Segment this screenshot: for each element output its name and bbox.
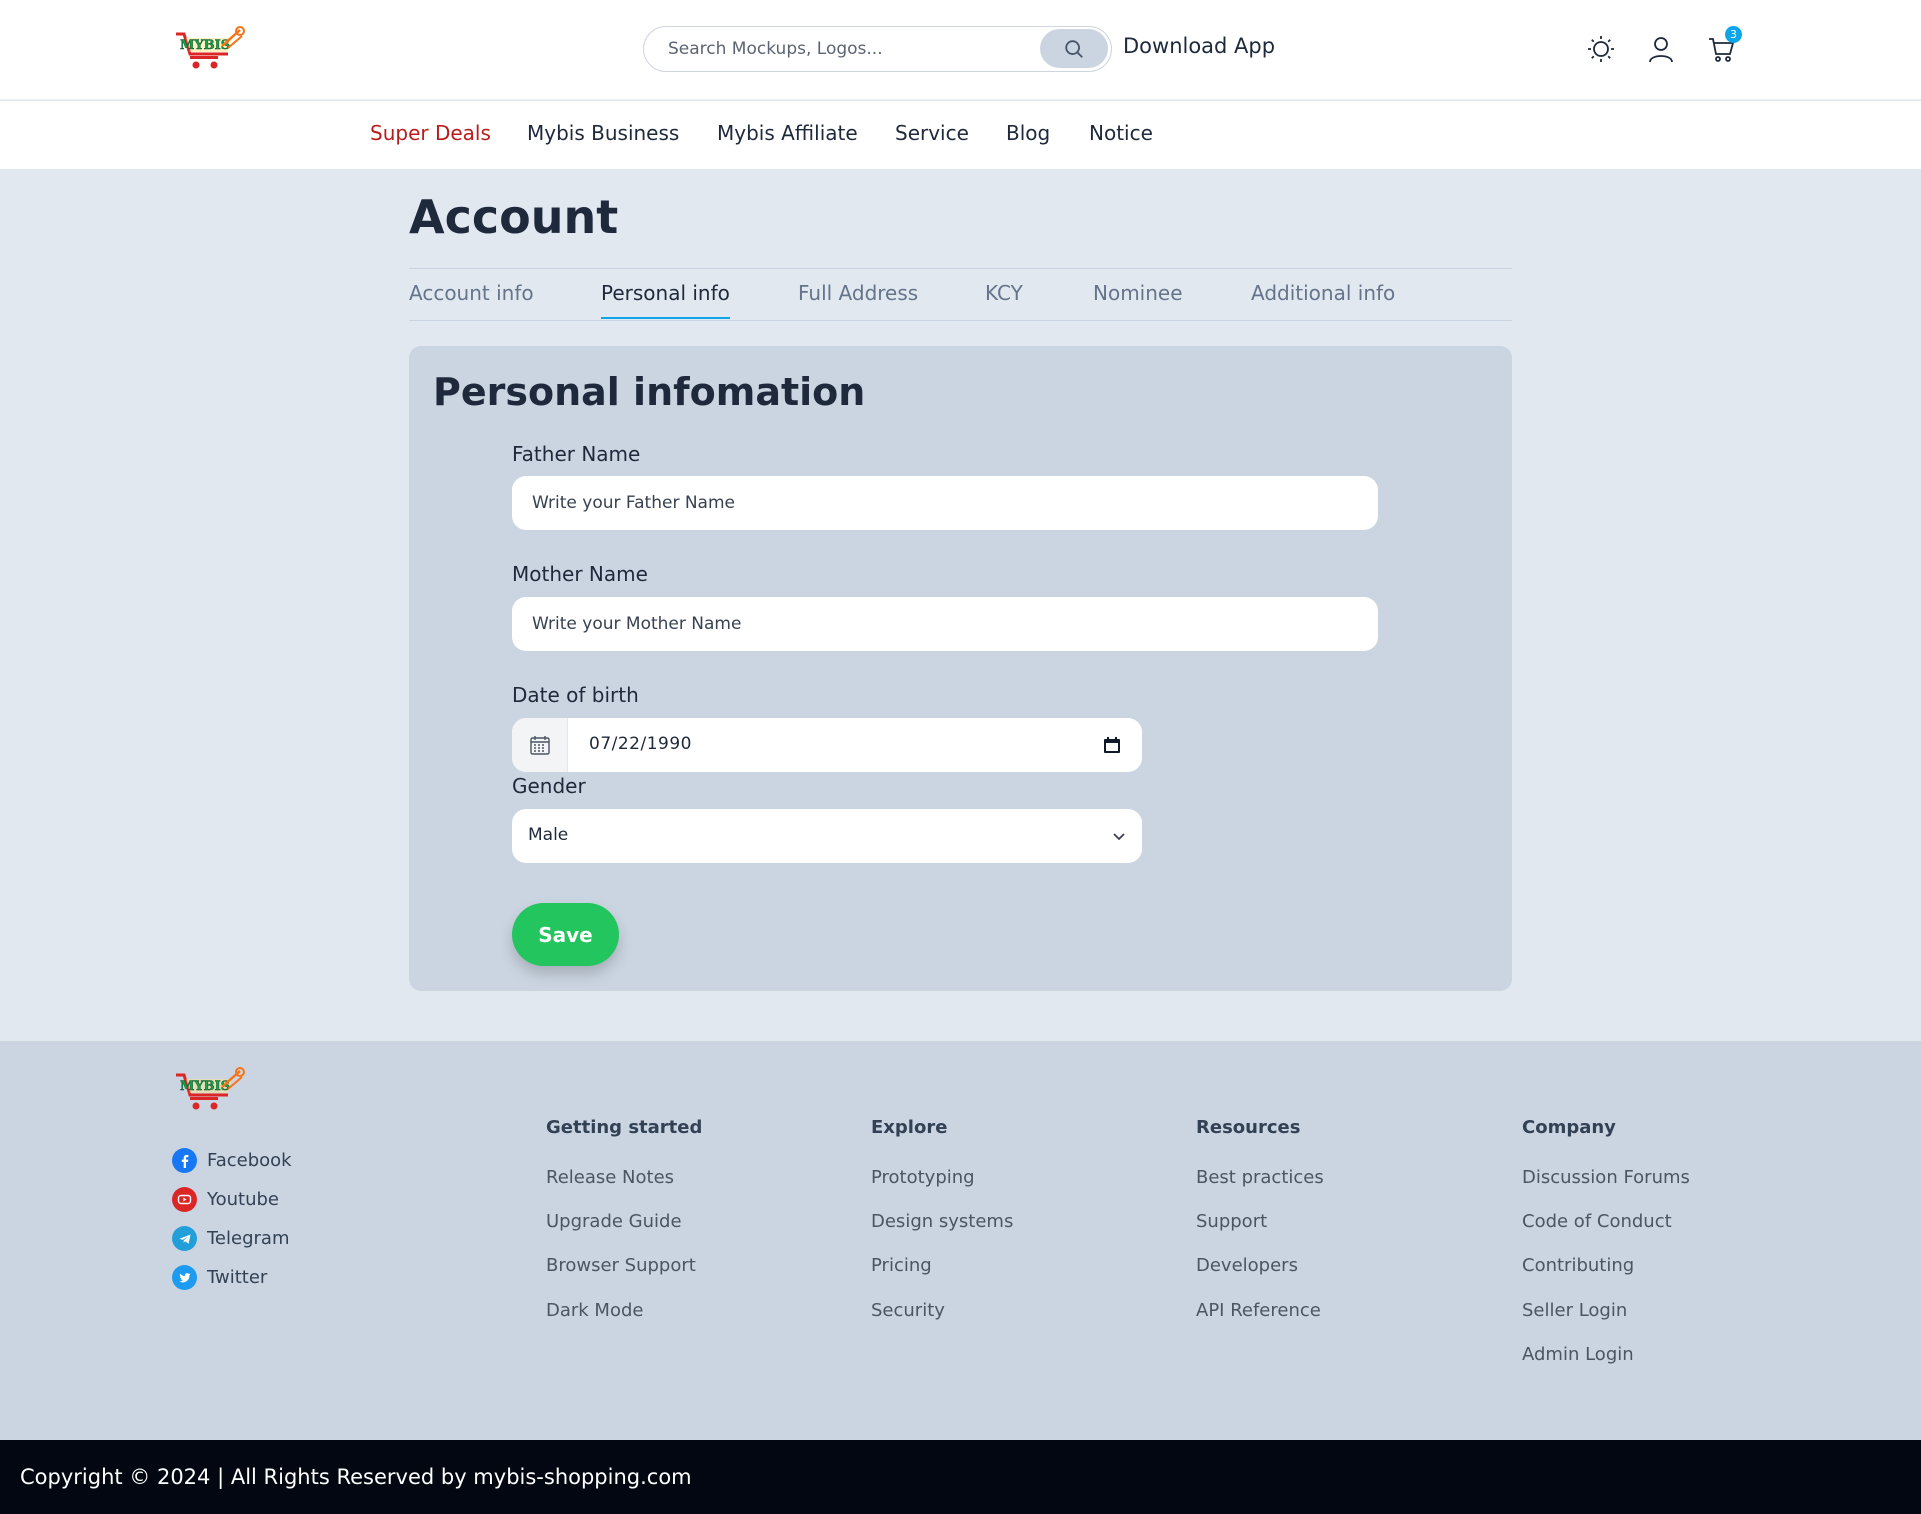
social-youtube-link[interactable]: Youtube — [172, 1187, 279, 1212]
nav-item-mybis-affiliate[interactable]: Mybis Affiliate — [717, 121, 858, 145]
cart-button[interactable]: 3 — [1704, 26, 1742, 66]
footer-logo[interactable]: MYBIS — [172, 1065, 246, 1111]
main-nav: Super Deals Mybis Business Mybis Affilia… — [0, 101, 1921, 169]
site-footer: MYBIS Facebook Youtube Telegram Twitter — [0, 1041, 1921, 1440]
personal-info-card: Personal infomation Father Name Mother N… — [409, 346, 1512, 991]
search-input[interactable] — [668, 27, 1028, 70]
dob-field[interactable]: 07/22/1990 — [512, 718, 1142, 772]
footer-link-browser-support[interactable]: Browser Support — [546, 1255, 696, 1276]
twitter-icon — [172, 1265, 197, 1290]
nav-item-blog[interactable]: Blog — [1006, 121, 1050, 145]
footer-link-developers[interactable]: Developers — [1196, 1255, 1298, 1276]
dob-value: 07/22/1990 — [589, 734, 692, 754]
footer-col-resources: Resources Best practices Support Develop… — [1196, 1117, 1324, 1321]
user-icon — [1649, 37, 1673, 63]
footer-col-getting-started: Getting started Release Notes Upgrade Gu… — [546, 1117, 703, 1321]
account-tabs: Account info Personal info Full Address … — [409, 268, 1512, 321]
tab-kcy[interactable]: KCY — [985, 281, 1023, 305]
footer-link-api-reference[interactable]: API Reference — [1196, 1300, 1321, 1321]
footer-col-heading: Company — [1522, 1117, 1616, 1138]
dob-label: Date of birth — [512, 683, 639, 707]
facebook-icon — [172, 1148, 197, 1173]
gender-label: Gender — [512, 774, 586, 798]
footer-link-release-notes[interactable]: Release Notes — [546, 1167, 674, 1188]
footer-link-design-systems[interactable]: Design systems — [871, 1211, 1013, 1232]
footer-col-company: Company Discussion Forums Code of Conduc… — [1522, 1117, 1690, 1365]
chevron-down-icon — [1113, 833, 1125, 841]
footer-col-heading: Explore — [871, 1117, 948, 1138]
nav-item-super-deals[interactable]: Super Deals — [370, 121, 491, 145]
search-bar — [643, 26, 1112, 72]
tab-personal-info[interactable]: Personal info — [601, 281, 730, 319]
gender-selected-value: Male — [528, 825, 569, 845]
copyright-bar: Copyright © 2024 | All Rights Reserved b… — [0, 1440, 1921, 1514]
site-logo[interactable]: MYBIS — [172, 24, 246, 70]
mother-name-input[interactable] — [512, 597, 1378, 651]
youtube-icon — [172, 1187, 197, 1212]
footer-col-explore: Explore Prototyping Design systems Prici… — [871, 1117, 1013, 1321]
card-title: Personal infomation — [433, 370, 866, 414]
mother-name-label: Mother Name — [512, 562, 648, 586]
social-twitter-link[interactable]: Twitter — [172, 1265, 267, 1290]
nav-item-notice[interactable]: Notice — [1089, 121, 1153, 145]
footer-link-support[interactable]: Support — [1196, 1211, 1267, 1232]
tab-additional-info[interactable]: Additional info — [1251, 281, 1395, 305]
footer-link-admin-login[interactable]: Admin Login — [1522, 1344, 1634, 1365]
tab-account-info[interactable]: Account info — [409, 281, 534, 305]
save-button[interactable]: Save — [512, 903, 619, 966]
social-twitter-label: Twitter — [207, 1267, 268, 1288]
father-name-label: Father Name — [512, 442, 641, 466]
site-header: MYBIS Download App 3 — [0, 0, 1921, 100]
page-title: Account — [409, 190, 619, 244]
nav-item-service[interactable]: Service — [895, 121, 969, 145]
father-name-input[interactable] — [512, 476, 1378, 530]
footer-link-best-practices[interactable]: Best practices — [1196, 1167, 1324, 1188]
footer-link-discussion-forums[interactable]: Discussion Forums — [1522, 1167, 1690, 1188]
footer-link-security[interactable]: Security — [871, 1300, 945, 1321]
footer-link-dark-mode[interactable]: Dark Mode — [546, 1300, 643, 1321]
copyright-text: Copyright © 2024 | All Rights Reserved b… — [20, 1465, 692, 1489]
search-icon — [1065, 39, 1083, 58]
footer-link-prototyping[interactable]: Prototyping — [871, 1167, 975, 1188]
social-youtube-label: Youtube — [207, 1189, 279, 1210]
tab-nominee[interactable]: Nominee — [1093, 281, 1183, 305]
footer-col-heading: Resources — [1196, 1117, 1301, 1138]
footer-link-upgrade-guide[interactable]: Upgrade Guide — [546, 1211, 682, 1232]
calendar-grid-icon — [512, 718, 568, 772]
social-telegram-label: Telegram — [207, 1228, 290, 1249]
gender-select[interactable]: Male — [512, 809, 1142, 863]
footer-link-seller-login[interactable]: Seller Login — [1522, 1300, 1627, 1321]
footer-col-heading: Getting started — [546, 1117, 703, 1138]
social-facebook-label: Facebook — [207, 1150, 292, 1171]
nav-item-mybis-business[interactable]: Mybis Business — [527, 121, 679, 145]
sun-icon — [1588, 36, 1614, 62]
calendar-picker-icon[interactable] — [1102, 735, 1122, 755]
search-button[interactable] — [1040, 29, 1108, 68]
cart-count-badge: 3 — [1725, 26, 1742, 43]
theme-toggle-button[interactable] — [1584, 32, 1618, 66]
download-app-link[interactable]: Download App — [1123, 34, 1275, 58]
account-button[interactable] — [1644, 32, 1678, 66]
footer-link-code-of-conduct[interactable]: Code of Conduct — [1522, 1211, 1672, 1232]
social-facebook-link[interactable]: Facebook — [172, 1148, 292, 1173]
social-telegram-link[interactable]: Telegram — [172, 1226, 289, 1251]
footer-link-contributing[interactable]: Contributing — [1522, 1255, 1634, 1276]
tab-full-address[interactable]: Full Address — [798, 281, 918, 305]
telegram-icon — [172, 1226, 197, 1251]
footer-link-pricing[interactable]: Pricing — [871, 1255, 932, 1276]
